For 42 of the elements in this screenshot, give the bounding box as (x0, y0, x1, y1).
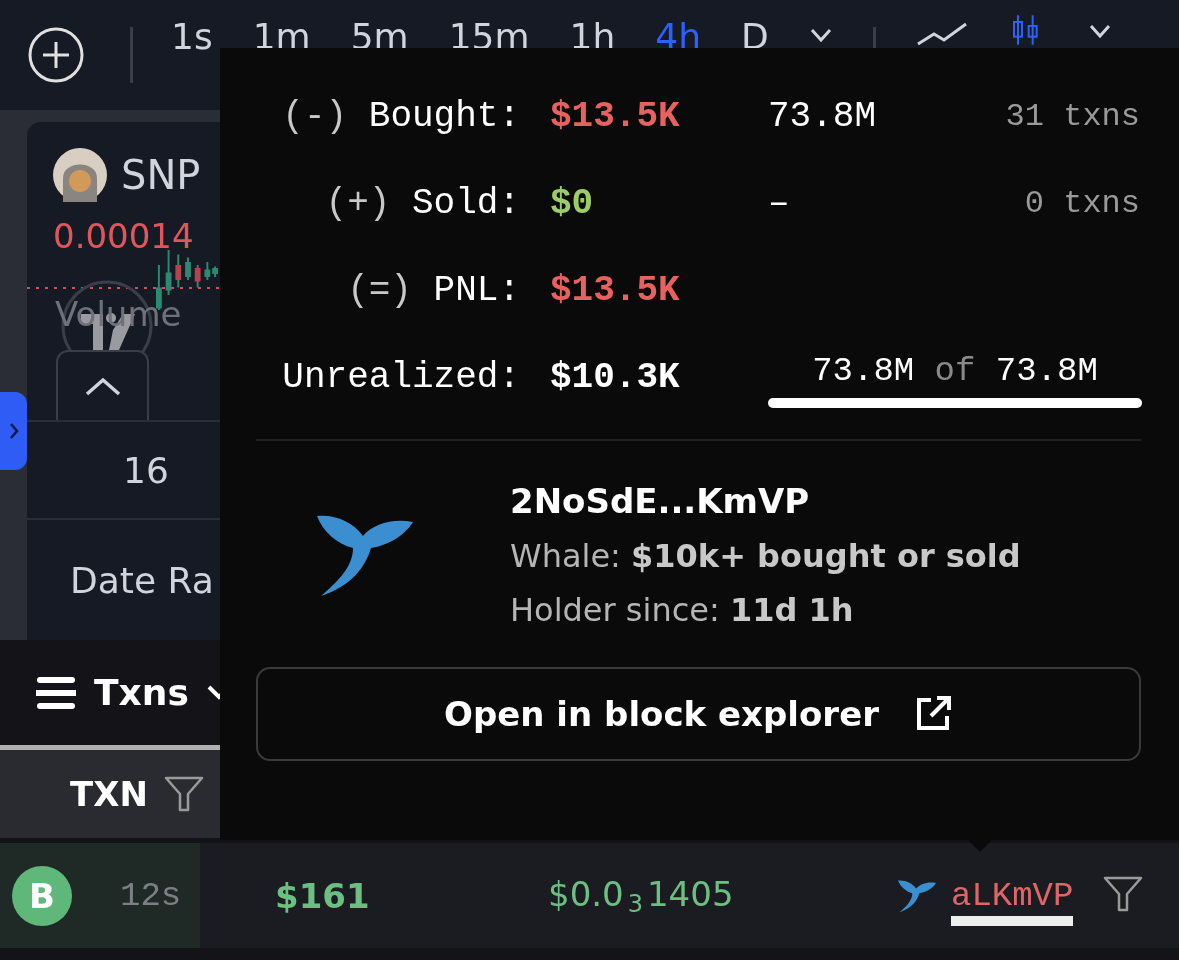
chevron-up-icon (84, 376, 121, 396)
menu-icon[interactable] (36, 675, 76, 710)
type-badge: B (12, 865, 72, 926)
stat-label: (=) PNL: (346, 269, 520, 313)
add-icon[interactable] (27, 26, 85, 84)
maker-link[interactable]: aLKmVP (951, 865, 1074, 926)
block-explorer-button[interactable]: Open in block explorer (256, 667, 1141, 761)
token-price: 0.00014 (53, 216, 194, 256)
line-chart-icon[interactable] (915, 22, 968, 46)
stat-value: $10.3K (550, 356, 681, 400)
whale-description: Whale: $10k+ bought or sold (510, 537, 1021, 575)
date-range-label[interactable]: Date Ra (70, 559, 214, 601)
column-header: TXN (70, 774, 148, 814)
amount-cell-text: $161 (275, 875, 371, 916)
volume-label: Volume (55, 294, 182, 334)
price-cell-text: $0.0$_{3}$1405 (548, 873, 735, 918)
txn-count: 0 txns (1024, 184, 1140, 224)
interval-tab[interactable]: 4h (655, 16, 701, 57)
stat-value: $0 (550, 182, 595, 226)
stat-label: Unrealized: (281, 356, 520, 400)
interval-tab[interactable]: D (741, 16, 769, 57)
txn-count: 31 txns (1005, 97, 1140, 137)
age-cell: 12s (120, 876, 182, 915)
wallet-address: 2NoSdE...KmVP (510, 481, 811, 521)
expand-tab[interactable] (0, 392, 27, 470)
token-avatar (53, 148, 107, 202)
collapse-button[interactable] (56, 350, 149, 420)
stat-value: $13.5K (550, 95, 681, 139)
holding-amount: 73.8M of 73.8M (812, 351, 1098, 392)
interval-tab[interactable]: 1s (171, 16, 213, 57)
chevron-right-icon (8, 422, 19, 440)
stat-label: (+) Sold: (324, 182, 520, 226)
txns-tab[interactable]: Txns (94, 672, 189, 713)
holder-since: Holder since: 11d 1h (510, 591, 855, 629)
token-amount: – (768, 182, 790, 226)
whale-tail-icon (897, 878, 937, 913)
stat-label: (-) Bought: (281, 95, 520, 139)
filter-icon[interactable] (1103, 875, 1144, 912)
token-symbol: SNP (121, 152, 201, 198)
token-amount: 73.8M (768, 95, 877, 139)
filter-icon[interactable] (163, 776, 204, 812)
stat-value: $13.5K (550, 269, 681, 313)
